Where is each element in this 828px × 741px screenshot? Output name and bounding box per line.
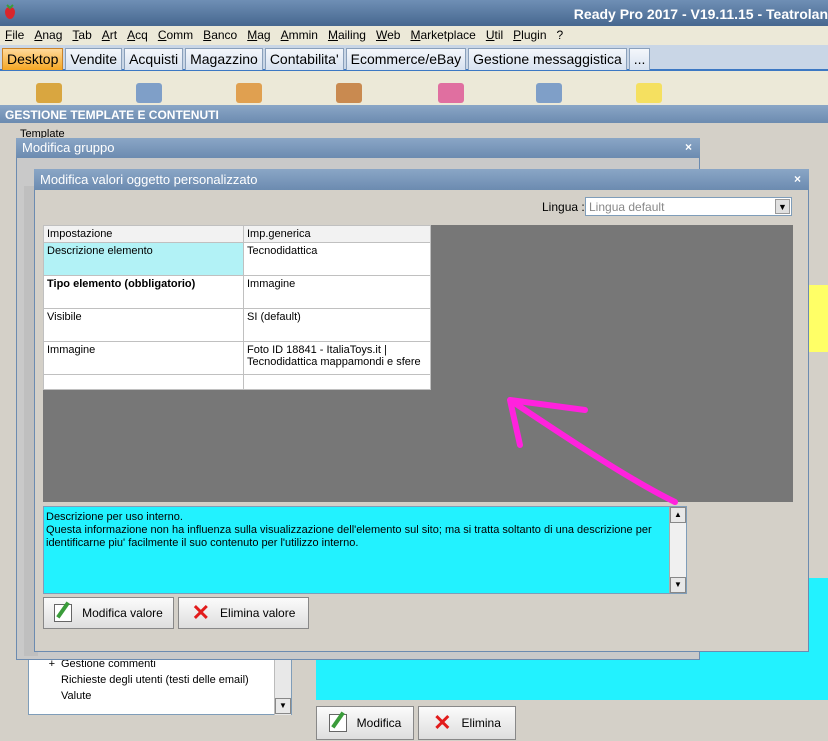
- menu-anag[interactable]: Anag: [29, 26, 67, 42]
- tab-contabilita[interactable]: Contabilita': [264, 48, 344, 70]
- desktop-toolbar: [0, 71, 828, 105]
- note-icon[interactable]: [636, 83, 662, 103]
- column-header-impostazione: Impostazione: [43, 225, 244, 243]
- row-label: Immagine: [43, 341, 244, 375]
- close-icon[interactable]: ×: [685, 140, 692, 154]
- users-icon[interactable]: [336, 83, 362, 103]
- scroll-down-icon[interactable]: ▼: [670, 577, 686, 593]
- elimina-button[interactable]: ✕ Elimina: [418, 706, 516, 740]
- box-icon[interactable]: [36, 83, 62, 103]
- lingua-select[interactable]: Lingua default ▼: [585, 197, 792, 216]
- modifica-valore-button[interactable]: Modifica valore: [43, 597, 174, 629]
- dialog-title: Modifica valori oggetto personalizzato: [40, 172, 258, 187]
- description-scrollbar[interactable]: ▲ ▼: [669, 507, 686, 593]
- menu-ammin[interactable]: Ammin: [276, 26, 323, 42]
- clock-icon[interactable]: [536, 83, 562, 103]
- module-tab-bar: Desktop Vendite Acquisti Magazzino Conta…: [0, 45, 828, 71]
- annotation-arrow: [507, 397, 678, 505]
- row-value[interactable]: SI (default): [243, 308, 431, 342]
- description-line: Questa informazione non ha influenza sul…: [46, 524, 652, 549]
- menu-acq[interactable]: Acq: [122, 26, 153, 42]
- modifica-valori-title-bar: Modifica valori oggetto personalizzato ×: [34, 169, 809, 190]
- menu-mag[interactable]: Mag: [242, 26, 275, 42]
- button-label: Elimina: [461, 716, 501, 730]
- menu-bar: File Anag Tab Art Acq Comm Banco Mag Amm…: [0, 26, 828, 45]
- scroll-down-icon[interactable]: ▼: [275, 698, 291, 714]
- modifica-button[interactable]: Modifica: [316, 706, 414, 740]
- table-row-empty[interactable]: [43, 374, 431, 390]
- row-value[interactable]: Tecnodidattica: [243, 242, 431, 276]
- tab-vendite[interactable]: Vendite: [65, 48, 123, 70]
- chevron-down-icon[interactable]: ▼: [775, 199, 790, 214]
- document-icon[interactable]: [438, 83, 464, 103]
- tab-desktop[interactable]: Desktop: [2, 48, 64, 70]
- dialog-title: Modifica gruppo: [22, 140, 115, 155]
- lingua-selected-value: Lingua default: [589, 200, 665, 214]
- menu-file[interactable]: File: [0, 26, 29, 42]
- tree-scrollbar[interactable]: ▼: [274, 655, 291, 715]
- scroll-up-icon[interactable]: ▲: [670, 507, 686, 523]
- annotation-arrow-shape: [507, 397, 678, 505]
- tree-item[interactable]: Valute: [29, 688, 291, 704]
- table-row[interactable]: Descrizione elemento Tecnodidattica: [43, 242, 431, 276]
- row-value[interactable]: Foto ID 18841 - ItaliaToys.it | Tecnodid…: [243, 341, 431, 375]
- row-label: [43, 374, 244, 390]
- close-icon[interactable]: ×: [794, 172, 801, 186]
- tab-acquisti[interactable]: Acquisti: [124, 48, 184, 70]
- row-value[interactable]: Immagine: [243, 275, 431, 309]
- window-title-bar: Ready Pro 2017 - V19.11.15 - Teatrolan: [0, 0, 828, 26]
- table-row[interactable]: Tipo elemento (obbligatorio) Immagine: [43, 275, 431, 309]
- button-label: Modifica valore: [82, 606, 163, 620]
- description-textarea[interactable]: Descrizione per uso interno. Questa info…: [43, 506, 687, 594]
- property-table: Impostazione Imp.generica Descrizione el…: [43, 225, 431, 390]
- strawberry-logo-icon: [5, 4, 15, 19]
- menu-tab[interactable]: Tab: [67, 26, 96, 42]
- table-row[interactable]: Immagine Foto ID 18841 - ItaliaToys.it |…: [43, 341, 431, 375]
- app-title: Ready Pro 2017 - V19.11.15 - Teatrolan: [573, 6, 828, 22]
- modifica-gruppo-title-bar: Modifica gruppo ×: [16, 138, 700, 158]
- menu-help[interactable]: ?: [552, 26, 569, 42]
- row-label: Descrizione elemento: [43, 242, 244, 276]
- menu-util[interactable]: Util: [481, 26, 508, 42]
- delete-x-icon: ✕: [433, 710, 452, 735]
- tab-magazzino[interactable]: Magazzino: [185, 48, 263, 70]
- table-header-row: Impostazione Imp.generica: [43, 225, 431, 243]
- column-header-imp-generica: Imp.generica: [243, 225, 431, 243]
- content-tree: + Gestione commenti Richieste degli utent…: [28, 655, 292, 715]
- row-label: Tipo elemento (obbligatorio): [43, 275, 244, 309]
- menu-marketplace[interactable]: Marketplace: [405, 26, 480, 42]
- menu-comm[interactable]: Comm: [153, 26, 198, 42]
- lingua-label: Lingua :: [542, 200, 585, 214]
- edit-icon: [54, 604, 73, 622]
- cash-register-icon[interactable]: [136, 83, 162, 103]
- description-line: Descrizione per uso interno.: [46, 511, 183, 523]
- elimina-valore-button[interactable]: ✕ Elimina valore: [178, 597, 309, 629]
- menu-web[interactable]: Web: [371, 26, 405, 42]
- row-value[interactable]: [243, 374, 431, 390]
- button-label: Elimina valore: [220, 606, 296, 620]
- button-label: Modifica: [356, 716, 402, 730]
- menu-mailing[interactable]: Mailing: [323, 26, 371, 42]
- gestione-template-header: GESTIONE TEMPLATE E CONTENUTI: [0, 105, 828, 123]
- tab-gestione-messaggistica[interactable]: Gestione messaggistica: [468, 48, 627, 70]
- highlighted-row: [808, 317, 828, 352]
- menu-plugin[interactable]: Plugin: [508, 26, 551, 42]
- menu-art[interactable]: Art: [97, 26, 122, 42]
- edit-icon: [328, 714, 347, 732]
- tab-ecommerce-ebay[interactable]: Ecommerce/eBay: [345, 48, 467, 70]
- highlighted-row: [808, 285, 828, 317]
- delete-x-icon: ✕: [191, 600, 211, 625]
- menu-banco[interactable]: Banco: [198, 26, 242, 42]
- row-label: Visibile: [43, 308, 244, 342]
- user-icon[interactable]: [236, 83, 262, 103]
- tree-item[interactable]: Richieste degli utenti (testi delle emai…: [29, 672, 291, 688]
- table-row[interactable]: Visibile SI (default): [43, 308, 431, 342]
- tab-more[interactable]: ...: [628, 48, 651, 70]
